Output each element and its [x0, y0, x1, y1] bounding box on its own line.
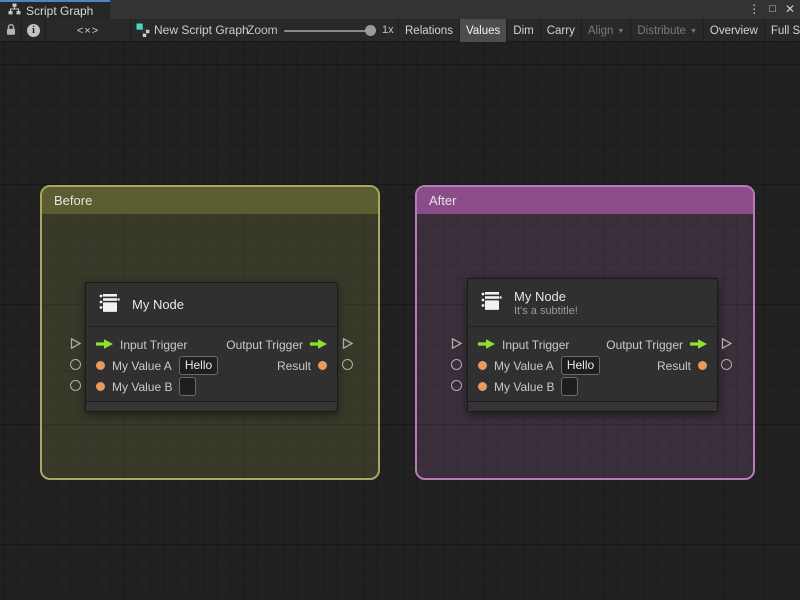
window-maximize-icon[interactable]: □ — [769, 0, 776, 19]
dim-button[interactable]: Dim — [507, 19, 541, 42]
port-row-value-b: My Value B — [86, 376, 337, 397]
outer-flow-port-icon[interactable] — [450, 337, 463, 353]
carry-button[interactable]: Carry — [541, 19, 582, 42]
result-label: Result — [276, 358, 311, 373]
lock-icon — [5, 23, 17, 39]
outer-value-port-icon[interactable] — [70, 380, 81, 391]
value-port-icon[interactable] — [96, 382, 105, 391]
value-port-icon[interactable] — [698, 361, 707, 370]
value-port-icon[interactable] — [96, 361, 105, 370]
script-graph-window: Script Graph ⋮ □ ✕ i <×> New Script Grap… — [0, 0, 800, 600]
port-row-triggers: Input Trigger Output Trigger — [468, 334, 717, 355]
node-title: My Node — [132, 297, 185, 312]
outer-value-port-icon[interactable] — [451, 359, 462, 370]
outer-value-port-icon[interactable] — [451, 380, 462, 391]
window-close-icon[interactable]: ✕ — [785, 0, 795, 19]
node-footer — [468, 401, 717, 411]
port-row-value-a: My Value A Hello Result — [86, 355, 337, 376]
tab-bar: Script Graph ⋮ □ ✕ — [0, 0, 800, 19]
code-preview-button[interactable]: <×> — [46, 19, 131, 42]
code-icon: <×> — [76, 24, 100, 37]
outer-flow-port-icon[interactable] — [720, 337, 733, 353]
outer-value-port-icon[interactable] — [342, 359, 353, 370]
value-port-icon[interactable] — [478, 361, 487, 370]
graph-name-label: New Script Graph — [154, 23, 249, 37]
node-footer — [86, 401, 337, 411]
flow-arrow-icon[interactable] — [690, 338, 707, 352]
flow-arrow-icon[interactable] — [310, 338, 327, 352]
graph-toolbar: i <×> New Script Graph Zoom 1x Relations… — [0, 19, 800, 42]
flow-arrow-icon[interactable] — [478, 338, 495, 352]
unit-icon — [479, 288, 505, 317]
outer-flow-port-icon[interactable] — [69, 337, 82, 353]
lock-button[interactable] — [0, 19, 22, 42]
input-trigger-label: Input Trigger — [120, 337, 188, 352]
outer-flow-port-icon[interactable] — [341, 337, 354, 353]
overview-button[interactable]: Overview — [704, 19, 765, 42]
my-value-a-label: My Value A — [112, 358, 172, 373]
group-before-title: Before — [54, 193, 93, 208]
info-button[interactable]: i — [22, 19, 46, 42]
my-value-b-input[interactable] — [561, 377, 579, 396]
my-value-a-input[interactable]: Hello — [560, 356, 601, 375]
values-button[interactable]: Values — [459, 19, 508, 42]
zoom-label: Zoom — [247, 23, 278, 37]
graph-canvas[interactable]: Before After My Node Input Trigger Outpu… — [0, 42, 800, 600]
port-row-value-b: My Value B — [468, 376, 717, 397]
distribute-button[interactable]: Distribute ▼ — [631, 19, 704, 42]
toolbar-center-group: New Script Graph Zoom 1x — [131, 19, 399, 42]
value-port-icon[interactable] — [478, 382, 487, 391]
outer-value-port-icon[interactable] — [70, 359, 81, 370]
group-after-header[interactable]: After — [417, 187, 753, 214]
ports-section: Input Trigger Output Trigger My Value A … — [468, 327, 717, 402]
unit-icon — [97, 290, 123, 319]
zoom-slider-handle[interactable] — [365, 25, 376, 36]
outer-value-port-icon[interactable] — [721, 359, 732, 370]
align-button[interactable]: Align ▼ — [582, 19, 632, 42]
group-after-title: After — [429, 193, 457, 208]
my-value-b-label: My Value B — [112, 379, 173, 394]
result-label: Result — [656, 358, 691, 373]
window-controls: ⋮ □ ✕ — [748, 0, 795, 19]
tab-script-graph[interactable]: Script Graph — [0, 0, 110, 19]
my-value-b-label: My Value B — [494, 379, 555, 394]
node-title: My Node — [514, 288, 567, 304]
toolbar-left-group: i <×> — [0, 19, 131, 42]
port-row-value-a: My Value A Hello Result — [468, 355, 717, 376]
zoom-value: 1x — [382, 24, 394, 36]
group-before-header[interactable]: Before — [42, 187, 378, 214]
output-trigger-label: Output Trigger — [226, 337, 303, 352]
window-menu-icon[interactable]: ⋮ — [748, 0, 760, 19]
script-graph-icon — [8, 3, 21, 18]
node-header[interactable]: My Node It's a subtitle! — [468, 279, 717, 327]
zoom-slider-track[interactable] — [284, 30, 372, 32]
ports-section: Input Trigger Output Trigger My Value A … — [86, 327, 337, 402]
node-my-node-before[interactable]: My Node Input Trigger Output Trigger My … — [85, 282, 338, 412]
relations-button[interactable]: Relations — [399, 19, 460, 42]
flow-arrow-icon[interactable] — [96, 338, 113, 352]
my-value-a-label: My Value A — [494, 358, 554, 373]
value-port-icon[interactable] — [318, 361, 327, 370]
node-header[interactable]: My Node — [86, 283, 337, 327]
my-value-a-input[interactable]: Hello — [178, 356, 219, 375]
node-subtitle: It's a subtitle! — [514, 304, 578, 317]
info-icon: i — [27, 24, 40, 37]
graph-asset-icon — [136, 23, 151, 41]
tab-title: Script Graph — [26, 3, 94, 18]
node-my-node-after[interactable]: My Node It's a subtitle! Input Trigger O… — [467, 278, 718, 412]
toolbar-right-group: Relations Values Dim Carry Align ▼ Distr… — [398, 19, 800, 42]
input-trigger-label: Input Trigger — [502, 337, 570, 352]
full-screen-button[interactable]: Full Screen — [765, 19, 800, 42]
chevron-down-icon: ▼ — [617, 28, 625, 35]
port-row-triggers: Input Trigger Output Trigger — [86, 334, 337, 355]
chevron-down-icon: ▼ — [689, 28, 697, 35]
my-value-b-input[interactable] — [179, 377, 197, 396]
output-trigger-label: Output Trigger — [606, 337, 683, 352]
